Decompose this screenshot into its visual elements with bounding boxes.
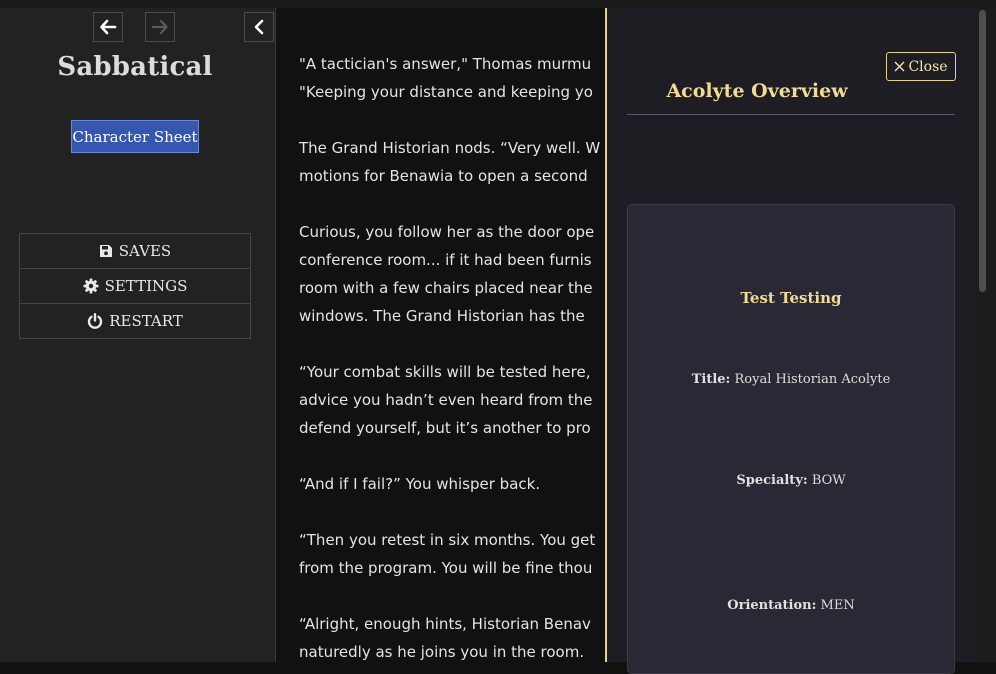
story-line: advice you hadn’t even heard from the — [299, 391, 593, 409]
specialty-value: BOW — [811, 473, 846, 488]
story-passage: "A tactician's answer," Thomas murmu "Ke… — [276, 8, 606, 662]
story-line: "Keeping your distance and keeping yo — [299, 83, 593, 101]
story-paragraph: "A tactician's answer," Thomas murmu "Ke… — [299, 50, 606, 106]
close-button[interactable]: Close — [886, 52, 956, 81]
story-paragraph: Curious, you follow her as the door ope … — [299, 218, 606, 330]
chevron-left-icon — [254, 19, 264, 35]
story-line: "A tactician's answer," Thomas murmu — [299, 55, 592, 73]
orientation-label: Orientation: — [727, 598, 817, 613]
story-paragraph: “Then you retest in six months. You get … — [299, 526, 606, 582]
orientation-field: Orientation: MEN — [628, 598, 954, 613]
saves-label: SAVES — [118, 242, 172, 260]
acolyte-card: Test Testing Title: Royal Historian Acol… — [627, 204, 955, 674]
power-icon — [87, 313, 103, 329]
story-line: Curious, you follow her as the door ope — [299, 223, 595, 241]
floppy-disk-icon — [99, 244, 113, 258]
title-divider — [627, 114, 955, 115]
close-label: Close — [908, 58, 948, 75]
panel-title: Acolyte Overview — [666, 80, 848, 102]
scrollbar-thumb[interactable] — [979, 10, 986, 292]
story-line: The Grand Historian nods. “Very well. W — [299, 139, 601, 157]
back-button[interactable] — [93, 12, 123, 42]
gear-icon — [83, 278, 99, 294]
title-label: Title: — [691, 372, 731, 387]
arrow-right-icon — [151, 19, 168, 35]
collapse-sidebar-button[interactable] — [244, 12, 274, 42]
story-line: “Alright, enough hints, Historian Benav — [299, 615, 591, 633]
story-line: room with a few chairs placed near the — [299, 279, 593, 297]
story-line: windows. The Grand Historian has the — [299, 307, 585, 325]
title-field: Title: Royal Historian Acolyte — [628, 372, 954, 387]
saves-button[interactable]: SAVES — [20, 234, 250, 269]
restart-label: RESTART — [109, 312, 183, 330]
story-line: “Then you retest in six months. You get — [299, 531, 596, 549]
top-strip — [0, 0, 996, 8]
specialty-label: Specialty: — [736, 473, 808, 488]
story-line: from the program. You will be fine thou — [299, 559, 593, 577]
acolyte-name: Test Testing — [740, 289, 842, 307]
story-line: “And if I fail?” You whisper back. — [299, 475, 541, 493]
story-paragraph: “Your combat skills will be tested here,… — [299, 358, 606, 442]
page-scrollbar[interactable] — [975, 8, 996, 662]
story-paragraph: “Alright, enough hints, Historian Benav … — [299, 610, 606, 662]
story-paragraph: The Grand Historian nods. “Very well. W … — [299, 134, 606, 190]
settings-label: SETTINGS — [104, 277, 188, 295]
story-line: conference room... if it had been furnis — [299, 251, 592, 269]
specialty-field: Specialty: BOW — [628, 473, 954, 488]
character-sheet-button[interactable]: Character Sheet — [71, 120, 199, 153]
story-line: naturedly as he joins you in the room. — [299, 643, 585, 661]
settings-button[interactable]: SETTINGS — [20, 269, 250, 304]
restart-button[interactable]: RESTART — [20, 304, 250, 338]
story-line: motions for Benawia to open a second — [299, 167, 588, 185]
story-line: defend yourself, but it’s another to pro — [299, 419, 591, 437]
acolyte-overview-panel: Close Acolyte Overview Test Testing Titl… — [605, 8, 975, 674]
close-icon — [894, 61, 905, 72]
story-paragraph: “And if I fail?” You whisper back. — [299, 470, 606, 498]
story-title: Sabbatical — [57, 52, 213, 82]
sidebar-menu: SAVES SETTINGS RESTART — [19, 233, 251, 339]
arrow-left-icon — [100, 19, 117, 35]
sidebar: Sabbatical Character Sheet SAVES SETTING… — [0, 8, 276, 662]
orientation-value: MEN — [820, 598, 855, 613]
title-value: Royal Historian Acolyte — [734, 372, 891, 387]
story-line: “Your combat skills will be tested here, — [299, 363, 591, 381]
forward-button[interactable] — [145, 12, 175, 42]
